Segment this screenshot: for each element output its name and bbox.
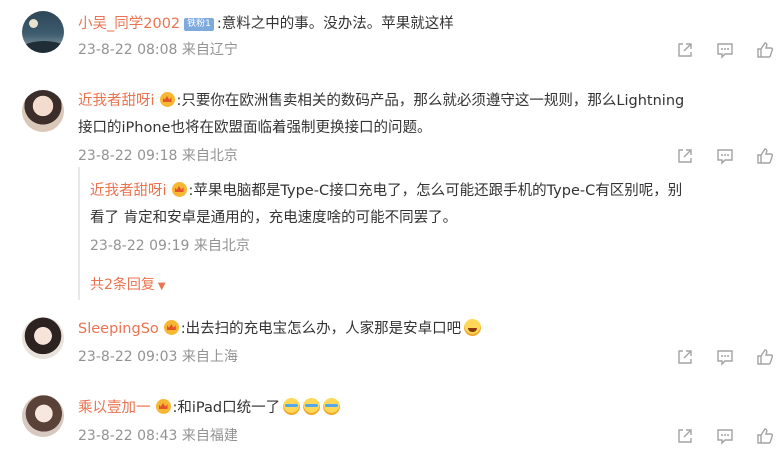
crying-emoji-icon [323, 398, 341, 415]
action-bar [676, 147, 774, 167]
comment-text-continued: 接口的iPhone也将在欧盟面临着强制更换接口的问题。 [78, 120, 432, 136]
comment-icon[interactable] [716, 147, 734, 165]
share-icon[interactable] [676, 427, 694, 445]
crown-icon [155, 399, 171, 414]
comment-meta: 23-8-22 09:03 来自上海 [78, 349, 238, 365]
reply-text: :苹果电脑都是Type-C接口充电了，怎么可能还跟手机的Type-C有区别呢，别 [188, 183, 683, 199]
share-icon[interactable] [676, 348, 694, 366]
username[interactable]: SleepingSo [78, 321, 159, 337]
reply-username[interactable]: 近我者甜呀i [90, 183, 167, 199]
avatar[interactable] [22, 11, 64, 53]
username[interactable]: 小吴_同学2002 [78, 16, 180, 32]
comment-text: :只要你在欧洲售卖相关的数码产品，那么就必须遵守这一规则，那么Lightning [176, 93, 685, 109]
reply-thread: 近我者甜呀i :苹果电脑都是Type-C接口充电了，怎么可能还跟手机的Type-C… [78, 167, 780, 300]
like-icon[interactable] [756, 427, 774, 445]
comment-item: 小吴_同学2002 铁粉1:意料之中的事。没办法。苹果就这样 23-8-22 08… [0, 0, 784, 80]
comment-meta: 23-8-22 09:18 来自北京 [78, 148, 238, 164]
comment-line: 近我者甜呀i :只要你在欧洲售卖相关的数码产品，那么就必须遵守这一规则，那么Lig… [78, 91, 684, 111]
reply-text-continued: 看了 肯定和安卓是通用的，充电速度啥的可能不同罢了。 [90, 210, 458, 226]
crown-icon [159, 92, 175, 107]
reply-line: 近我者甜呀i :苹果电脑都是Type-C接口充电了，怎么可能还跟手机的Type-C… [90, 181, 682, 201]
comment-line: SleepingSo :出去扫的充电宝怎么办，人家那是安卓口吧 [78, 319, 482, 339]
fan-badge: 铁粉1 [184, 18, 214, 31]
laughing-emoji-icon [464, 319, 482, 336]
username[interactable]: 乘以壹加一 [78, 400, 151, 416]
like-icon[interactable] [756, 147, 774, 165]
reply-meta: 23-8-22 09:19 来自北京 [90, 238, 250, 254]
comment-meta: 23-8-22 08:08 来自辽宁 [78, 42, 238, 58]
comment-item: SleepingSo :出去扫的充电宝怎么办，人家那是安卓口吧 23-8-22 0… [0, 305, 784, 385]
comment-item: 乘以壹加一 :和iPad口统一了 23-8-22 08:43 来自福建 [0, 385, 784, 464]
action-bar [676, 348, 774, 368]
like-icon[interactable] [756, 348, 774, 366]
comment-icon[interactable] [716, 348, 734, 366]
comment-text: :意料之中的事。没办法。苹果就这样 [216, 16, 454, 32]
chevron-down-icon: ▼ [157, 281, 166, 292]
comment-line: 乘以壹加一 :和iPad口统一了 [78, 398, 341, 418]
comment-meta: 23-8-22 08:43 来自福建 [78, 428, 238, 444]
comment-text: :和iPad口统一了 [172, 400, 281, 416]
comment-text: :出去扫的充电宝怎么办，人家那是安卓口吧 [180, 321, 462, 337]
share-icon[interactable] [676, 147, 694, 165]
crying-emoji-icon [283, 398, 301, 415]
avatar[interactable] [22, 317, 64, 359]
comment-icon[interactable] [716, 41, 734, 59]
crying-emoji-icon [303, 398, 321, 415]
like-icon[interactable] [756, 41, 774, 59]
crown-icon [163, 320, 179, 335]
action-bar [676, 41, 774, 61]
comment-icon[interactable] [716, 427, 734, 445]
action-bar [676, 427, 774, 447]
comment-line: 小吴_同学2002 铁粉1:意料之中的事。没办法。苹果就这样 [78, 14, 454, 34]
avatar[interactable] [22, 90, 64, 132]
avatar[interactable] [22, 395, 64, 437]
username[interactable]: 近我者甜呀i [78, 93, 155, 109]
share-icon[interactable] [676, 41, 694, 59]
more-replies-link[interactable]: 共2条回复 ▼ [90, 274, 166, 294]
crown-icon [171, 182, 187, 197]
